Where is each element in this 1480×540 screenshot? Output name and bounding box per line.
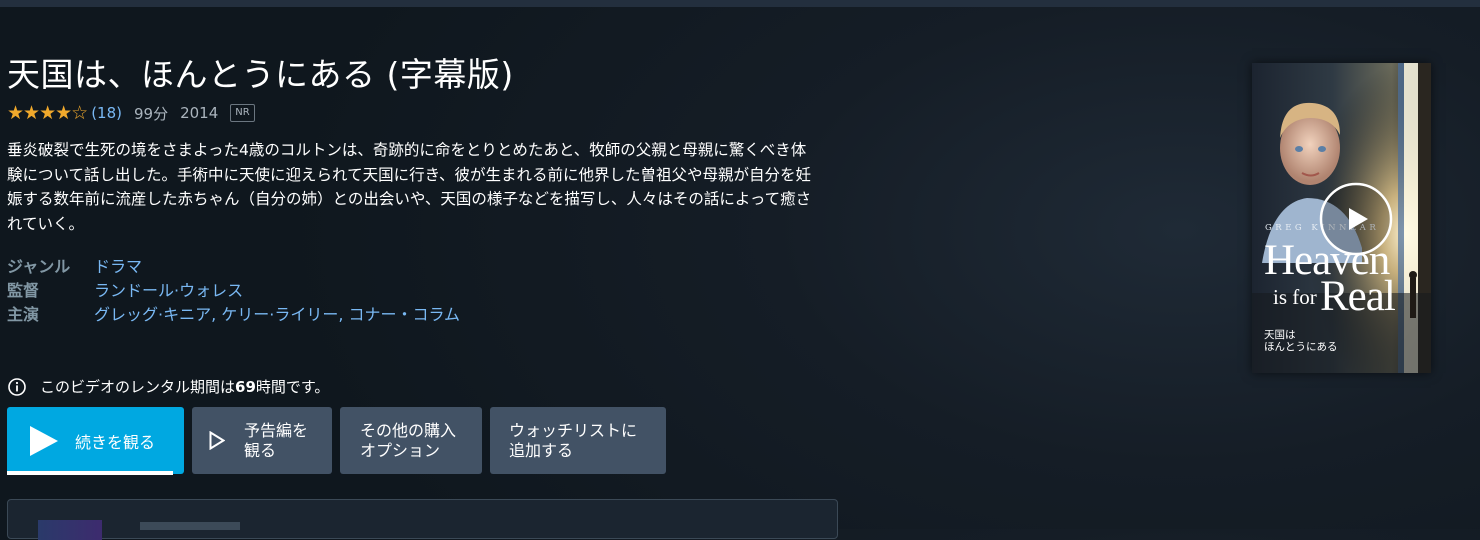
more-options-line2: オプション xyxy=(360,440,441,460)
poster-jp-line2: ほんとうにある xyxy=(1264,341,1338,353)
related-content-card[interactable] xyxy=(7,499,838,540)
watch-trailer-line1: 予告編を xyxy=(244,420,309,440)
play-icon xyxy=(30,426,58,456)
rental-prefix: このビデオのレンタル期間は xyxy=(40,378,236,396)
cast-links[interactable]: グレッグ·キニア, ケリー·ライリー, コナー・コラム xyxy=(94,303,460,327)
movie-poster[interactable]: GREG KINNEAR Heaven is for Real 天国は ほんとう… xyxy=(1252,63,1431,373)
related-thumbnail xyxy=(38,520,102,540)
poster-title-isfor: is for xyxy=(1273,285,1317,309)
star-rating[interactable]: ★★★★☆ xyxy=(7,102,88,124)
more-purchase-options-label: その他の購入 オプション xyxy=(360,421,456,461)
poster-title-real: Real xyxy=(1320,273,1396,320)
top-navigation-bar xyxy=(0,0,1480,7)
star-filled-icons: ★★★★ xyxy=(7,102,72,124)
more-purchase-options-button[interactable]: その他の購入 オプション xyxy=(340,407,482,474)
watchlist-line1: ウォッチリストに xyxy=(509,420,638,440)
genre-row: ジャンル ドラマ xyxy=(7,255,460,279)
details-list: ジャンル ドラマ 監督 ランドール·ウォレス 主演 グレッグ·キニア, ケリー·… xyxy=(7,255,460,327)
add-to-watchlist-button[interactable]: ウォッチリストに 追加する xyxy=(490,407,666,474)
synopsis: 垂炎破裂で生死の境をさまよった4歳のコルトンは、奇跡的に命をとりとめたあと、牧師… xyxy=(7,141,812,233)
runtime: 99分 xyxy=(133,104,169,123)
director-row: 監督 ランドール·ウォレス xyxy=(7,279,460,303)
more-options-line1: その他の購入 xyxy=(360,420,457,440)
director-link[interactable]: ランドール·ウォレス xyxy=(94,279,243,303)
watch-trailer-line2: 観る xyxy=(244,440,277,460)
poster-play-icon[interactable] xyxy=(1318,181,1394,257)
genre-label: ジャンル xyxy=(7,257,71,276)
cast-label: 主演 xyxy=(7,305,40,324)
title-metadata: ★★★★☆ (18) 99分 2014 NR xyxy=(7,102,255,124)
rental-hours: 69 xyxy=(235,377,256,396)
release-year: 2014 xyxy=(180,104,219,122)
poster-jp-line1: 天国は xyxy=(1264,329,1296,341)
rating-count-link[interactable]: (18) xyxy=(91,104,122,122)
star-empty-icon: ☆ xyxy=(71,102,88,124)
page-title: 天国は、ほんとうにある (字幕版) xyxy=(7,55,514,94)
add-to-watchlist-label: ウォッチリストに 追加する xyxy=(509,421,637,461)
genre-link[interactable]: ドラマ xyxy=(94,255,142,279)
continue-watching-button[interactable]: 続きを観る xyxy=(7,407,184,475)
poster-japanese-title: 天国は ほんとうにある xyxy=(1264,329,1338,353)
rental-suffix: 時間です。 xyxy=(255,378,330,396)
watch-trailer-button[interactable]: 予告編を 観る xyxy=(192,407,332,474)
continue-watching-label: 続きを観る xyxy=(75,432,156,452)
info-icon xyxy=(8,377,26,396)
director-label: 監督 xyxy=(7,281,40,300)
watch-progress-bar xyxy=(7,471,173,475)
watch-trailer-label: 予告編を 観る xyxy=(244,421,308,461)
rental-notice: このビデオのレンタル期間は 69 時間です。 xyxy=(8,376,329,397)
cast-row: 主演 グレッグ·キニア, ケリー·ライリー, コナー・コラム xyxy=(7,303,460,327)
watchlist-line2: 追加する xyxy=(509,440,574,460)
play-outline-icon xyxy=(209,431,225,450)
maturity-rating-badge: NR xyxy=(230,104,255,122)
